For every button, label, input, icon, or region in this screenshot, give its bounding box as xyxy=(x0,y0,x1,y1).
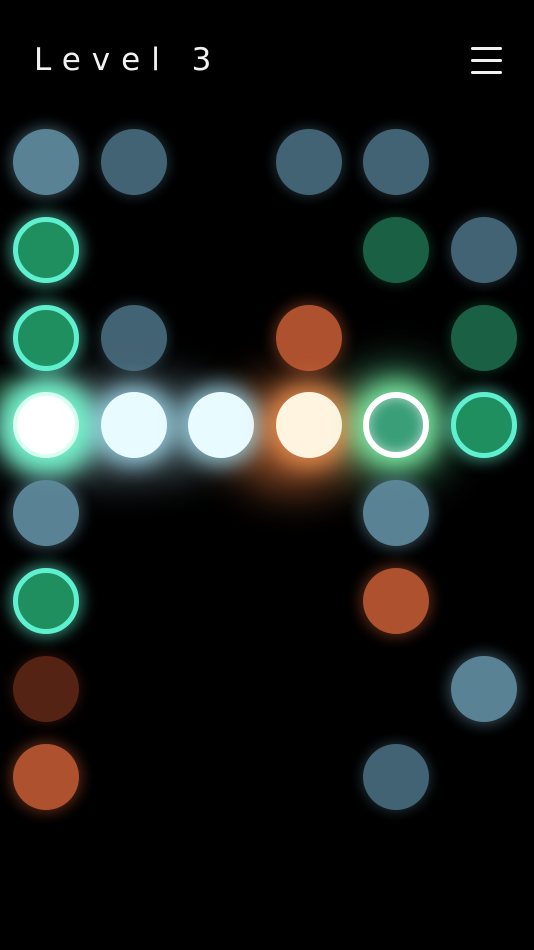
light-node[interactable] xyxy=(363,129,429,195)
light-node[interactable] xyxy=(100,129,167,195)
light-node[interactable] xyxy=(363,216,429,283)
light-node[interactable] xyxy=(450,304,517,371)
light-node[interactable] xyxy=(13,743,79,810)
game-screen: Level 3 xyxy=(0,0,534,950)
light-node[interactable] xyxy=(275,304,342,371)
light-node[interactable] xyxy=(450,655,517,722)
light-node[interactable] xyxy=(275,392,342,459)
light-node[interactable] xyxy=(450,392,517,459)
light-node[interactable] xyxy=(363,743,429,810)
light-node[interactable] xyxy=(13,480,79,547)
light-node[interactable] xyxy=(13,655,79,722)
level-title: Level 3 xyxy=(34,42,223,78)
light-node[interactable] xyxy=(363,568,429,634)
light-beam-glow xyxy=(0,370,450,490)
light-node[interactable] xyxy=(100,392,167,459)
light-node[interactable] xyxy=(188,392,254,459)
light-node[interactable] xyxy=(275,129,342,195)
light-node[interactable] xyxy=(363,392,429,459)
light-node[interactable] xyxy=(450,216,517,283)
light-node[interactable] xyxy=(13,392,79,459)
light-node[interactable] xyxy=(13,304,79,371)
light-node[interactable] xyxy=(13,568,79,634)
light-node[interactable] xyxy=(13,129,79,195)
light-node[interactable] xyxy=(13,216,79,283)
menu-button[interactable] xyxy=(470,47,504,77)
light-node[interactable] xyxy=(363,480,429,547)
light-node[interactable] xyxy=(100,304,167,371)
